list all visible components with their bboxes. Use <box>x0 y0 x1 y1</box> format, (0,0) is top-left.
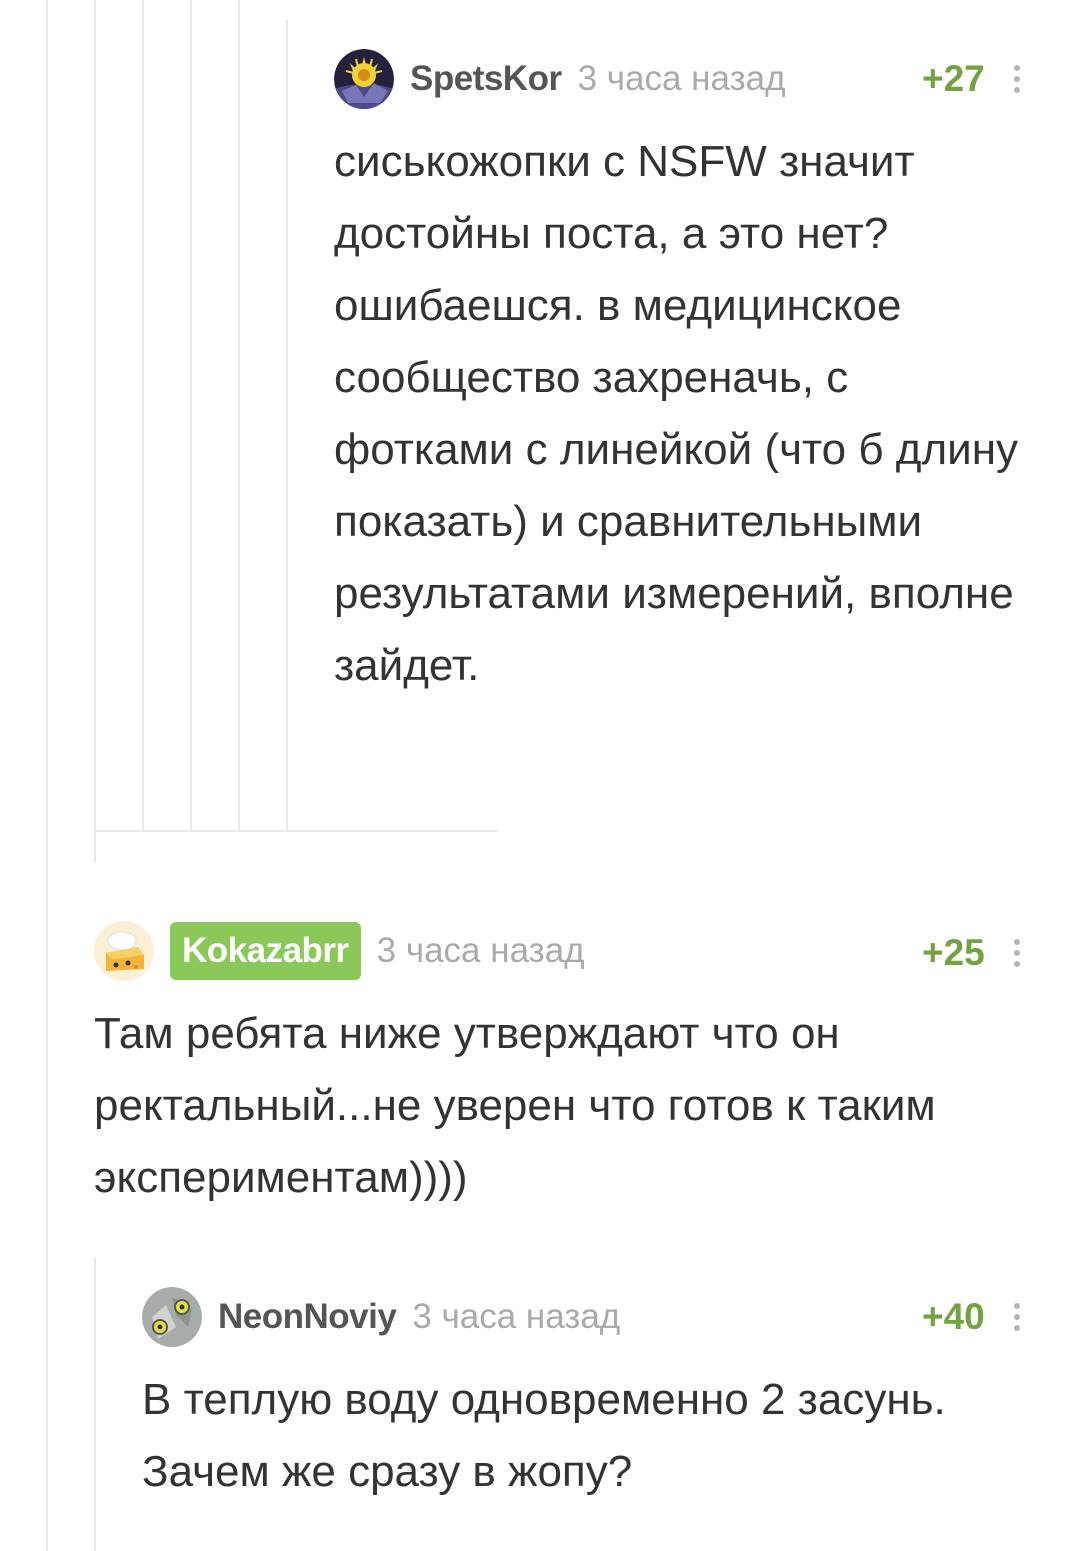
cheese-chef-avatar-icon[interactable] <box>94 921 154 981</box>
comment-time[interactable]: 3 часа назад <box>578 59 786 99</box>
vertical-dots-icon[interactable] <box>1007 922 1027 984</box>
comment-author[interactable]: NeonNoviy <box>218 1297 397 1337</box>
comment-rating: +27 <box>922 58 985 99</box>
robot-face-avatar-icon[interactable] <box>142 1287 202 1347</box>
vertical-dots-icon[interactable] <box>1007 48 1027 110</box>
thread-line[interactable] <box>46 0 48 1551</box>
comment-neonnoviy: NeonNoviy 3 часа назад +40 В теплую воду… <box>142 1286 1034 1526</box>
comment-rating: +25 <box>922 932 985 973</box>
comment-spetskor: SpetsKor 3 часа назад +27 сиськожопки с … <box>334 48 1034 768</box>
flower-burst-avatar-icon[interactable] <box>334 49 394 109</box>
thread-line[interactable] <box>286 20 288 832</box>
comment-text: сиськожопки с NSFW значит достойны поста… <box>334 137 1019 690</box>
comment-time[interactable]: 3 часа назад <box>377 931 585 971</box>
comment-text: В теплую воду одновременно 2 засунь. Зач… <box>142 1375 946 1496</box>
vertical-dots-icon[interactable] <box>1007 1286 1027 1348</box>
thread-line[interactable] <box>94 0 96 862</box>
thread-line[interactable] <box>142 0 144 832</box>
comment-header: Kokazabrr 3 часа назад <box>94 920 585 982</box>
thread-line[interactable] <box>238 0 240 832</box>
thread-collapse-line[interactable] <box>94 830 498 832</box>
thread-line[interactable] <box>94 1258 96 1551</box>
comment-text: Там ребята ниже утверждают что он ректал… <box>94 1009 936 1202</box>
thread-line[interactable] <box>190 0 192 832</box>
comment-rating: +40 <box>922 1296 985 1337</box>
comment-kokazabrr: Kokazabrr 3 часа назад +25 Там ребята ни… <box>94 920 1034 1220</box>
comment-header: NeonNoviy 3 часа назад <box>142 1286 620 1348</box>
comment-time[interactable]: 3 часа назад <box>412 1297 620 1337</box>
comment-header: SpetsKor 3 часа назад <box>334 48 786 110</box>
comment-author[interactable]: SpetsKor <box>410 59 562 99</box>
comment-author-badge[interactable]: Kokazabrr <box>170 922 361 980</box>
